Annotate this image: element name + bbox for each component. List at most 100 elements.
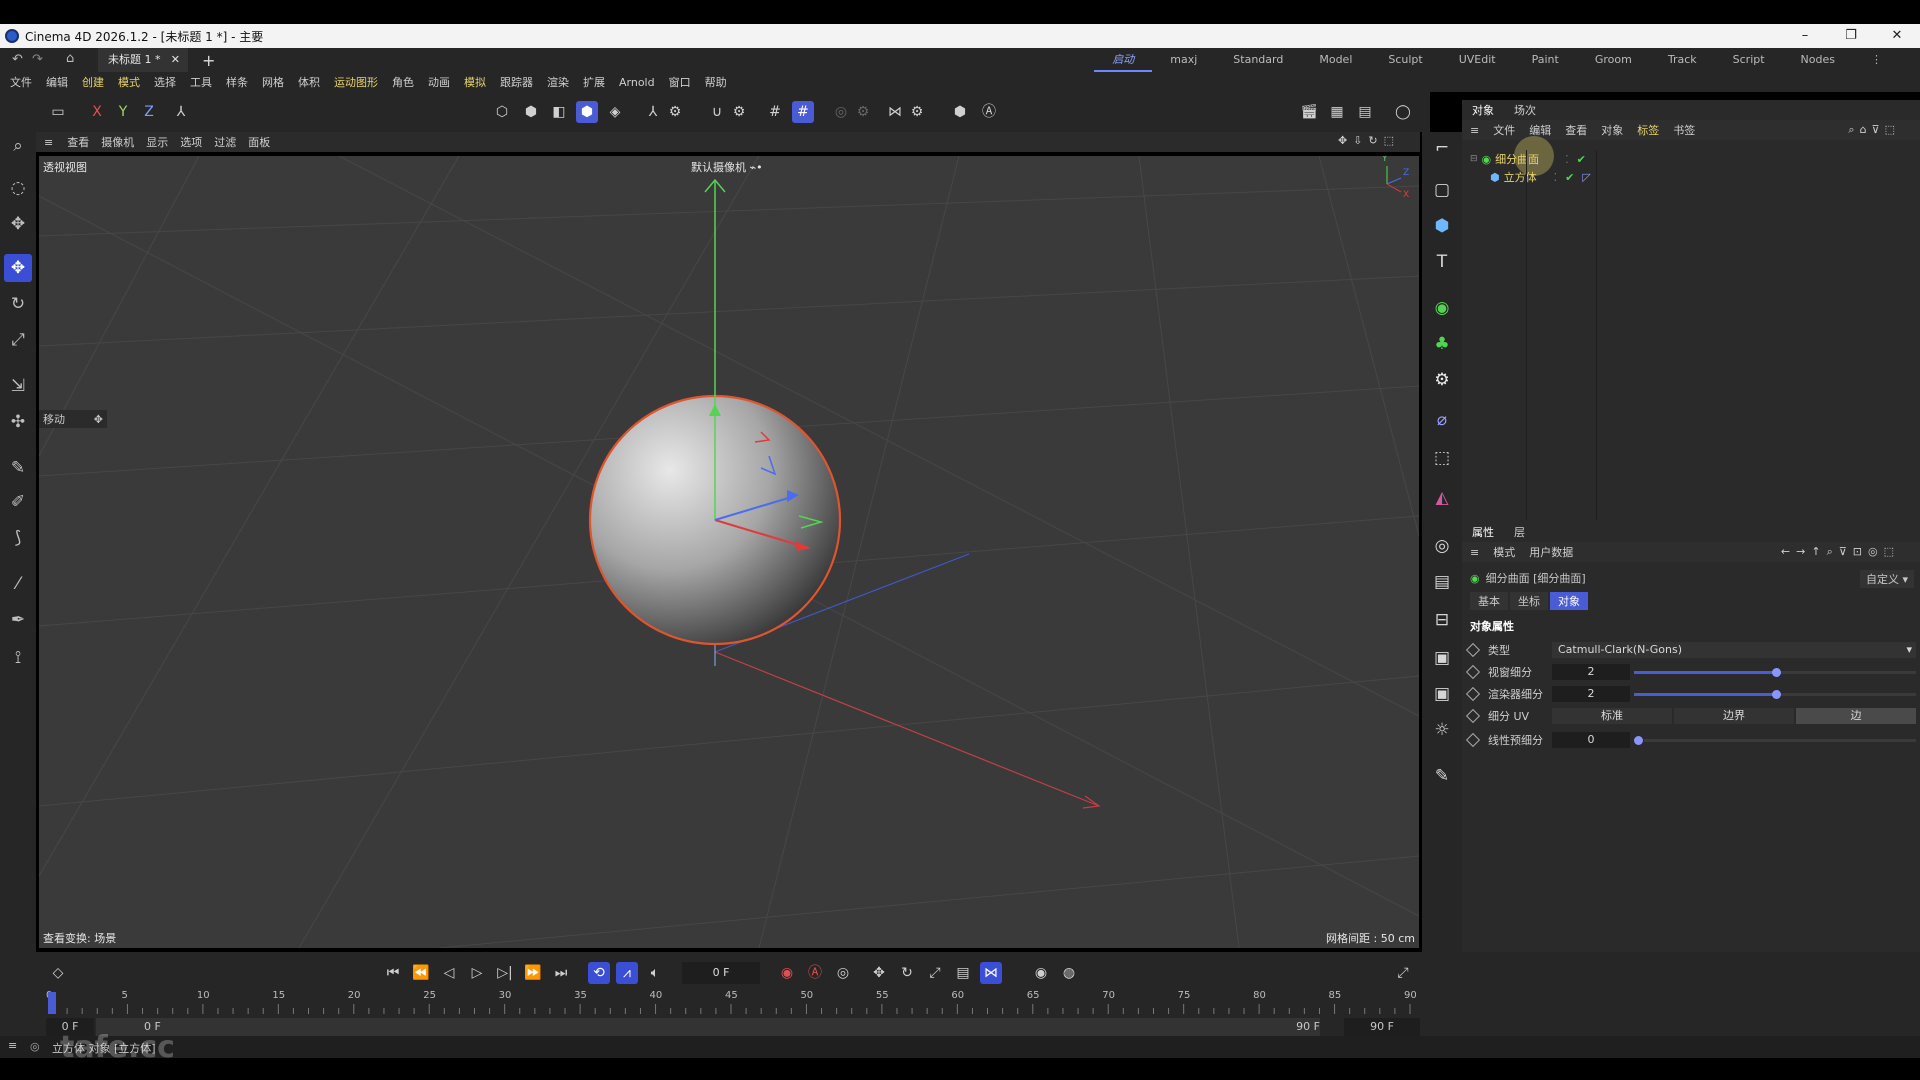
mograph-cloner-icon[interactable]: ♣ [1428,330,1456,358]
perspective-viewport[interactable]: 透视视图 默认摄像机 ⌁• Y Z X 移动 ✥ 查看变换: 场景 网格间距 :… [39,156,1419,948]
quantize-settings-icon[interactable]: ⚙ [852,101,874,123]
render-subdivision-knob[interactable] [1772,690,1781,699]
menu-item-4[interactable]: 选择 [154,74,176,90]
model-mode-icon[interactable]: ▭ [47,101,69,123]
viewport-menu-item-5[interactable]: 面板 [248,134,270,150]
quantize-icon[interactable]: ◎ [830,101,852,123]
document-tab[interactable]: 未标题 1 * ✕ [98,48,188,72]
null-object-icon[interactable]: ⌐ [1428,134,1456,162]
viewport-camera[interactable]: 默认摄像机 ⌁• [691,159,763,175]
om-menu-item-2[interactable]: 查看 [1565,122,1587,138]
record-rotation-icon[interactable]: ↻ [896,962,918,984]
range-bar[interactable]: 0 F 90 F [96,1018,1320,1036]
layout-tab-6[interactable]: Paint [1514,48,1577,72]
menu-item-3[interactable]: 模式 [118,74,140,90]
keyframe-diamond-icon[interactable] [1465,642,1481,658]
menu-item-14[interactable]: 渲染 [547,74,569,90]
am-subtab-0[interactable]: 基本 [1470,592,1508,610]
render-view-icon[interactable]: 🎬︎ [1298,101,1320,123]
viewport-menu-item-3[interactable]: 选项 [180,134,202,150]
om-tab-0[interactable]: 对象 [1472,102,1494,118]
menu-item-12[interactable]: 模拟 [464,74,486,90]
layout-tab-3[interactable]: Model [1301,48,1370,72]
object-manager-menu-icon[interactable]: ≡ [1470,124,1479,137]
magnet-icon[interactable]: ∪ [706,101,728,123]
menu-item-1[interactable]: 编辑 [46,74,68,90]
keyframe-diamond-icon[interactable] [1465,664,1481,680]
viewport-nav-icons[interactable]: ✥⇩↻⬚ [1338,134,1400,147]
play-button[interactable]: ▷ [466,962,488,984]
am-tab-0[interactable]: 属性 [1472,524,1494,540]
keyframe-diamond-icon[interactable]: ◇ [47,962,69,984]
record-pla-icon[interactable]: ⋈ [980,962,1002,984]
timeline-expand-icon[interactable]: ⤢ [1392,962,1414,984]
status-menu-icon[interactable]: ≡ [8,1039,17,1052]
viewport-menu-item-1[interactable]: 摄像机 [101,134,134,150]
collapse-icon[interactable]: ⊟ [1470,154,1478,164]
pen-tool-icon[interactable]: ✎ [4,454,32,482]
minimize-button[interactable]: – [1782,24,1828,48]
om-menu-item-4[interactable]: 标签 [1637,122,1659,138]
axis-mode-icon[interactable]: ⅄ [642,101,664,123]
layout-tab-0[interactable]: 启动 [1094,48,1153,72]
layer-dots-icon[interactable]: ⁚ [1565,153,1569,166]
text-object-icon[interactable]: T [1428,248,1456,276]
layout-tab-8[interactable]: Track [1650,48,1715,72]
playhead[interactable] [48,992,56,1014]
live-select-icon[interactable]: ◌ [4,174,32,202]
layout-tab-2[interactable]: Standard [1215,48,1301,72]
auto-key-button[interactable]: Ⓐ [804,962,826,984]
menu-item-13[interactable]: 跟踪器 [500,74,533,90]
layout-tab-1[interactable]: maxj [1152,48,1215,72]
document-tab-close-icon[interactable]: ✕ [171,48,180,72]
points-mode-icon[interactable]: ⬡ [491,101,513,123]
rig-icon[interactable]: ◭ [1428,484,1456,512]
polygons-mode-icon[interactable]: ◧ [548,101,570,123]
linear-pre-subdivision-knob[interactable] [1634,736,1643,745]
keyframe-diamond-icon[interactable] [1465,686,1481,702]
am-subtab-2[interactable]: 对象 [1550,592,1588,610]
menu-item-5[interactable]: 工具 [190,74,212,90]
record-position-icon[interactable]: ✥ [868,962,890,984]
add-tab-button[interactable]: + [202,51,215,70]
scale-tool-icon[interactable]: ⤢ [4,326,32,354]
lock-workplane-icon[interactable]: Ⓐ [978,101,1000,123]
current-frame-field[interactable]: 0 F [682,962,760,984]
layout-tab-7[interactable]: Groom [1577,48,1650,72]
menu-item-16[interactable]: Arnold [619,76,655,89]
menu-item-8[interactable]: 体积 [298,74,320,90]
layout-tab-4[interactable]: Sculpt [1370,48,1440,72]
paint-tool-icon[interactable]: ✒ [4,606,32,634]
close-button[interactable]: ✕ [1874,24,1920,48]
uv-option-standard[interactable]: 标准 [1552,708,1672,724]
menu-item-11[interactable]: 动画 [428,74,450,90]
om-menu-item-5[interactable]: 书签 [1673,122,1695,138]
coordinate-system-icon[interactable]: ⅄ [170,101,192,123]
search-icon[interactable]: ⌕ [4,132,32,160]
knife-tool-icon[interactable]: ⟟ [4,644,32,672]
keyframe-selection-icon[interactable]: ◎ [832,962,854,984]
workplane-icon[interactable]: ⬢ [949,101,971,123]
preset-dropdown[interactable]: 自定义 ▾ [1859,570,1914,588]
spline-tool-icon[interactable]: ⟆ [4,524,32,552]
menu-item-10[interactable]: 角色 [392,74,414,90]
field-icon[interactable]: ⌀ [1428,406,1456,434]
cube-object-icon[interactable]: ⬢ [1428,212,1456,240]
layout-tab-9[interactable]: Script [1715,48,1783,72]
keyframe-diamond-icon[interactable] [1465,708,1481,724]
edges-mode-icon[interactable]: ⬢ [520,101,542,123]
maximize-button[interactable]: ❐ [1828,24,1874,48]
render-object-icon[interactable]: ▣ [1428,644,1456,672]
type-dropdown[interactable]: Catmull-Clark(N-Gons) ▾ [1552,642,1916,658]
axis-x-toggle[interactable]: X [86,101,108,123]
enabled-check-icon[interactable]: ✔ [1565,171,1574,184]
menu-item-6[interactable]: 样条 [226,74,248,90]
camera-object-icon[interactable]: ▤ [1428,568,1456,596]
grid-snap-icon[interactable]: # [792,101,814,123]
om-menu-item-0[interactable]: 文件 [1493,122,1515,138]
multi-transform-icon[interactable]: ✣ [4,408,32,436]
layout-tab-5[interactable]: UVEdit [1441,48,1514,72]
go-to-end-button[interactable]: ⏭ [550,962,572,984]
menu-item-18[interactable]: 帮助 [705,74,727,90]
am-subtab-1[interactable]: 坐标 [1510,592,1548,610]
